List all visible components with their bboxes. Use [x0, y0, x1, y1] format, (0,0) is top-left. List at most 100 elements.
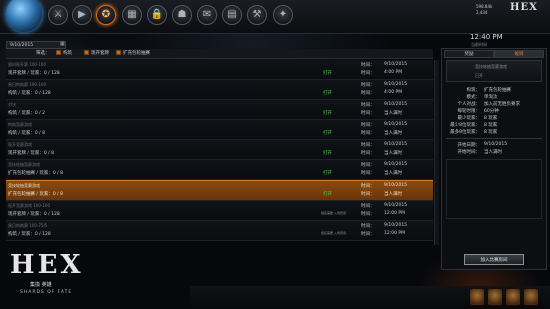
document-icon[interactable]: ▤	[222, 5, 242, 25]
event-title: 现开竞赛游戏 100-100	[8, 203, 50, 208]
filter-bar: 筛选： 构筑 现开套牌 扩充包轮抽赛	[6, 49, 433, 59]
field-label: 最少玩家：	[457, 116, 481, 121]
event-date: 9/10/2015	[384, 122, 408, 127]
scrollbar[interactable]	[434, 60, 439, 245]
time-label: 时间：	[361, 184, 375, 189]
filter-draft[interactable]: 扩充包轮抽赛	[116, 50, 150, 56]
tab-rules[interactable]: 规则	[494, 50, 544, 58]
status-open: 打开	[323, 171, 332, 176]
event-summary: 竞技轮抽竞赛游戏 已开	[446, 60, 542, 82]
status-open: 打开	[323, 111, 332, 116]
table-row[interactable]: 限时现开赛 100-100 现开套牌 / 玩家：0 / 128 时间： 9/10/20…	[6, 60, 433, 80]
date-field[interactable]: 9/10/2015	[6, 41, 66, 49]
divider	[446, 138, 542, 139]
card-icon[interactable]	[470, 289, 484, 305]
event-title: 对决	[8, 102, 16, 107]
card-icon[interactable]	[524, 289, 538, 305]
card-icon[interactable]	[488, 289, 502, 305]
field-label: 最少8位玩家：	[450, 123, 480, 128]
time-label: 时间：	[361, 212, 375, 217]
globe-icon[interactable]	[6, 0, 42, 32]
play-icon[interactable]: ▶	[72, 5, 92, 25]
chat-icon[interactable]: ✉	[197, 5, 217, 25]
details-panel: 奖励 规则 竞技轮抽竞赛游戏 已开 构筑： 扩充包轮抽赛 模式： 单淘汰 个人对战： 加入…	[441, 48, 547, 270]
game-icon[interactable]: ⚔	[48, 5, 68, 25]
time-label: 时间：	[361, 151, 375, 156]
event-title: 现开竞赛游戏	[8, 142, 32, 147]
event-detail: 扩充包轮抽赛 / 玩家：0 / 8	[8, 192, 63, 197]
bag-icon[interactable]: ☗	[172, 5, 192, 25]
field-label: 开始时间：	[457, 150, 481, 155]
field-value: 60分钟	[484, 109, 499, 114]
status-open: 打开	[323, 71, 332, 76]
hex-logo-small: HEX	[510, 2, 538, 13]
event-title: 竞技轮抽竞赛游戏	[8, 162, 40, 167]
event-time: 当人满时	[384, 131, 402, 136]
card-icon[interactable]	[506, 289, 520, 305]
tournament-icon[interactable]: ✪	[96, 5, 116, 25]
field-value: 8 玩家	[484, 116, 498, 121]
time-label: 时间：	[361, 71, 375, 76]
inbox-icon[interactable]: ✦	[273, 5, 293, 25]
field-value: 8 玩家	[484, 123, 498, 128]
status-open: 打开	[323, 192, 332, 197]
checkbox-icon[interactable]	[116, 50, 121, 55]
field-label: 每轮时限：	[457, 109, 481, 114]
time-label: 时间：	[361, 192, 375, 197]
table-row[interactable]: 竞技轮抽竞赛游戏 扩充包轮抽赛 / 玩家：0 / 8 时间： 9/10/2015 时间：…	[6, 180, 433, 201]
tab-rewards[interactable]: 奖励	[444, 50, 494, 58]
table-row[interactable]: 现开竞赛游戏 现开套牌 / 玩家：0 / 8 时间： 9/10/2015 时间： 当人满时…	[6, 140, 433, 160]
event-time: 当人满时	[384, 192, 402, 197]
table-row[interactable]: 周日构筑赛 100-75/5 构筑 / 玩家：0 / 128 时间： 9/10/201…	[6, 221, 433, 241]
table-row[interactable]: 对决 构筑 / 玩家：0 / 2 时间： 9/10/2015 时间： 当人满时 打开	[6, 100, 433, 120]
table-row[interactable]: 竞技轮抽竞赛游戏 扩充包轮抽赛 / 玩家：0 / 8 时间： 9/10/2015 时间：…	[6, 160, 433, 180]
event-detail: 构筑 / 玩家：0 / 2	[8, 111, 45, 116]
logo-subtitle-en: SHARDS OF FATE	[20, 290, 73, 295]
platinum-amount: 2,434	[476, 10, 488, 15]
table-row[interactable]: 现开竞赛游戏 100-100 现开套牌 / 玩家：0 / 128 时间： 9/10/2…	[6, 201, 433, 221]
time-label: 时间：	[361, 171, 375, 176]
filter-constructed[interactable]: 构筑	[56, 50, 72, 56]
checkbox-icon[interactable]	[56, 50, 61, 55]
filter-label: 筛选：	[36, 51, 50, 56]
event-date: 9/10/2015	[384, 82, 408, 87]
logo-subtitle-cn: 集換 英雄	[30, 282, 52, 288]
currency-display: 598.84k 2,434	[476, 4, 504, 16]
filter-sealed[interactable]: 现开套牌	[84, 50, 109, 56]
time-label: 时间：	[361, 123, 375, 128]
time-label: 时间：	[361, 83, 375, 88]
event-date: 9/10/2015	[384, 142, 408, 147]
status-open: 打开	[323, 131, 332, 136]
field-label: 个人对战：	[457, 102, 481, 107]
field-value: 单淘汰	[484, 95, 498, 100]
event-time: 当人满时	[384, 171, 402, 176]
top-nav-bar: ⚔ ▶ ✪ ▦ 🔒 ☗ ✉ ▤ ⚒ ✦ 598.84k 2,434 HEX	[0, 0, 550, 34]
lock-icon[interactable]: 🔒	[147, 5, 167, 25]
event-time: 当人满时	[384, 151, 402, 156]
field-value: 当人满时	[484, 150, 502, 155]
event-time: 当人满时	[384, 111, 402, 116]
field-value: 加入前无胜负要求	[484, 102, 520, 107]
field-label: 模式：	[466, 95, 481, 100]
time-label: 时间：	[361, 204, 375, 209]
event-title: 周日构筑赛 100-100	[8, 82, 46, 87]
join-room-button[interactable]: 加入比赛房间	[464, 254, 524, 265]
event-time: 4:00 PM	[384, 90, 403, 95]
collection-icon[interactable]: ▦	[122, 5, 142, 25]
field-value: 8 玩家	[484, 130, 498, 135]
table-row[interactable]: 周日构筑赛 100-100 构筑 / 玩家：0 / 128 时间： 9/10/2015…	[6, 80, 433, 100]
checkbox-icon[interactable]	[84, 50, 89, 55]
time-label: 时间：	[361, 111, 375, 116]
time-label: 时间：	[361, 103, 375, 108]
status-open: 打开	[323, 91, 332, 96]
time-label: 时间：	[361, 63, 375, 68]
event-date: 9/10/2015	[384, 62, 408, 67]
calendar-icon[interactable]: ▦	[60, 41, 66, 48]
time-label: 时间：	[361, 131, 375, 136]
time-label: 时间：	[361, 91, 375, 96]
table-row[interactable]: 构筑竞赛游戏 构筑 / 玩家：0 / 8 时间： 9/10/2015 时间： 当人满时 打开	[6, 120, 433, 140]
event-detail: 构筑 / 玩家：0 / 8	[8, 131, 45, 136]
empty-area	[446, 159, 542, 219]
tools-icon[interactable]: ⚒	[247, 5, 267, 25]
tournament-list: 限时现开赛 100-100 现开套牌 / 玩家：0 / 128 时间： 9/10/20…	[6, 60, 433, 241]
